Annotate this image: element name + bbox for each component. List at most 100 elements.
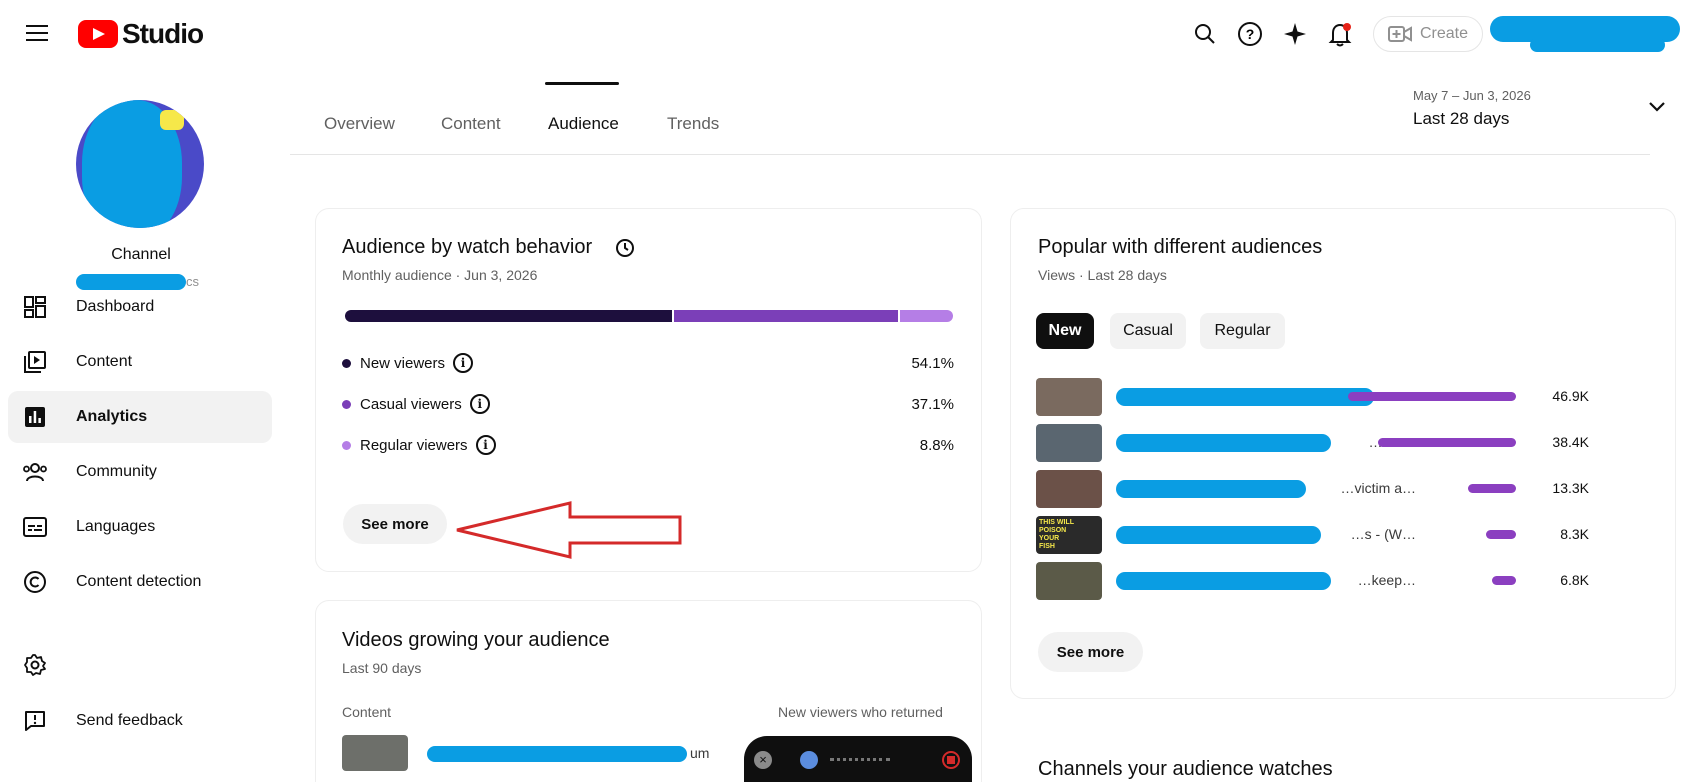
legend-casual-viewers: Casual viewers i 37.1%: [342, 391, 954, 417]
sidebar: Channel cs Dashboard Content Analytics C…: [0, 70, 282, 782]
logo-text: Studio: [122, 18, 204, 49]
sidebar-item-settings[interactable]: [8, 639, 272, 691]
legend-label: Regular viewers: [360, 436, 468, 454]
info-icon[interactable]: i: [469, 394, 490, 414]
legend-dot: [342, 399, 351, 409]
popular-video-row[interactable]: …victim a… 13.3K: [1036, 470, 1648, 508]
tab-trends[interactable]: Trends: [667, 114, 719, 134]
tab-overview[interactable]: Overview: [324, 114, 395, 134]
sidebar-item-content[interactable]: Content: [8, 336, 272, 388]
date-range-picker[interactable]: May 7 – Jun 3, 2026 Last 28 days: [1413, 88, 1531, 129]
card-subtitle: Monthly audience · Jun 3, 2026: [342, 267, 538, 283]
column-header-new-viewers-returned: New viewers who returned: [778, 704, 943, 720]
legend-value: 37.1%: [911, 395, 954, 413]
sidebar-item-content-detection[interactable]: Content detection: [8, 556, 272, 608]
date-range-label: Last 28 days: [1413, 109, 1510, 128]
stop-recording-icon[interactable]: [942, 751, 960, 769]
info-icon[interactable]: i: [475, 435, 496, 455]
sidebar-item-label: Community: [76, 463, 157, 480]
notifications-icon[interactable]: [1326, 20, 1354, 48]
annotation-arrow: [456, 501, 682, 559]
chip-casual[interactable]: Casual: [1110, 313, 1186, 349]
channel-label: Channel: [111, 246, 171, 263]
chip-regular[interactable]: Regular: [1200, 313, 1285, 349]
create-button[interactable]: Create: [1373, 16, 1483, 52]
search-icon[interactable]: [1191, 20, 1219, 48]
audio-level-icon: [830, 758, 890, 762]
column-header-content: Content: [342, 704, 392, 720]
views-bar: [1348, 392, 1516, 401]
settings-icon: [22, 652, 48, 678]
video-thumbnail: [1036, 470, 1102, 508]
see-more-button[interactable]: See more: [1038, 632, 1143, 672]
date-range-dates: May 7 – Jun 3, 2026: [1413, 88, 1531, 103]
video-title: um: [690, 745, 710, 761]
feedback-icon: [22, 708, 48, 734]
popular-video-row[interactable]: THIS WILL POISON YOUR FISH …s - (W… 8.3K: [1036, 516, 1648, 554]
popular-video-row[interactable]: …ou …38.4K: [1036, 424, 1648, 462]
thumbnail-text: THIS WILL POISON YOUR FISH: [1039, 519, 1074, 550]
legend-label: Casual viewers: [360, 395, 462, 413]
see-more-button[interactable]: See more: [343, 504, 447, 544]
analytics-icon: [22, 404, 48, 430]
menu-icon[interactable]: [26, 24, 48, 42]
sidebar-item-send-feedback[interactable]: Send feedback: [8, 695, 272, 747]
active-tab-indicator: [545, 82, 619, 85]
popular-video-row[interactable]: …keep… 6.8K: [1036, 562, 1648, 600]
card-title: Videos growing your audience: [342, 629, 610, 651]
card-subtitle: Views · Last 28 days: [1038, 267, 1167, 283]
chip-new[interactable]: New: [1036, 313, 1094, 349]
legend-dot: [342, 440, 351, 450]
copyright-icon: [22, 569, 48, 595]
close-icon[interactable]: ×: [754, 751, 772, 769]
sidebar-item-analytics[interactable]: Analytics: [8, 391, 272, 443]
content-icon: [22, 349, 48, 375]
sidebar-item-community[interactable]: Community: [8, 446, 272, 498]
svg-text:?: ?: [1246, 26, 1255, 42]
info-icon[interactable]: i: [453, 353, 474, 373]
create-video-icon: [1387, 26, 1412, 42]
video-thumbnail: [342, 735, 408, 771]
video-thumbnail: THIS WILL POISON YOUR FISH: [1036, 516, 1102, 554]
tab-audience[interactable]: Audience: [548, 114, 619, 134]
sidebar-item-label: Languages: [76, 518, 156, 535]
sparkle-icon[interactable]: [1281, 20, 1309, 48]
channel-avatar[interactable]: [76, 100, 204, 228]
account-menu[interactable]: [1490, 14, 1690, 54]
sidebar-item-label: Content detection: [76, 573, 202, 590]
views-value: 8.3K: [1560, 526, 1589, 542]
legend-label: New viewers: [360, 354, 446, 372]
sidebar-item-label: Send feedback: [76, 712, 183, 729]
languages-icon: [22, 514, 48, 540]
video-thumbnail: [1036, 424, 1102, 462]
chevron-down-icon[interactable]: [1648, 100, 1666, 118]
create-label: Create: [1419, 25, 1469, 42]
dashboard-icon: [22, 294, 48, 320]
top-bar: Studio ? Create: [0, 0, 1700, 70]
views-value: 46.9K: [1552, 388, 1589, 404]
sidebar-item-languages[interactable]: Languages: [8, 501, 272, 553]
help-icon[interactable]: ?: [1236, 20, 1264, 48]
legend-value: 8.8%: [919, 436, 954, 454]
views-bar: [1378, 438, 1516, 447]
video-thumbnail: [1036, 378, 1102, 416]
tab-content[interactable]: Content: [441, 114, 501, 134]
youtube-logo-icon: [78, 20, 118, 48]
microphone-icon[interactable]: [800, 751, 818, 769]
watch-behavior-bar: [345, 310, 953, 322]
views-bar: [1492, 576, 1516, 585]
legend-regular-viewers: Regular viewers i 8.8%: [342, 432, 954, 458]
history-icon[interactable]: [615, 238, 635, 263]
views-value: 38.4K: [1552, 434, 1589, 450]
legend-dot: [342, 358, 351, 368]
sidebar-item-label: Analytics: [76, 408, 148, 425]
studio-logo[interactable]: Studio: [78, 18, 204, 50]
regular-viewers-segment: [900, 310, 953, 322]
sidebar-item-dashboard[interactable]: Dashboard: [8, 281, 272, 333]
popular-video-row[interactable]: …46.9K: [1036, 378, 1648, 416]
new-viewers-segment: [345, 310, 672, 322]
card-title: Popular with different audiences: [1038, 236, 1323, 258]
views-bar: [1468, 484, 1516, 493]
views-value: 13.3K: [1552, 480, 1589, 496]
card-title: Channels your audience watches: [1038, 758, 1333, 780]
